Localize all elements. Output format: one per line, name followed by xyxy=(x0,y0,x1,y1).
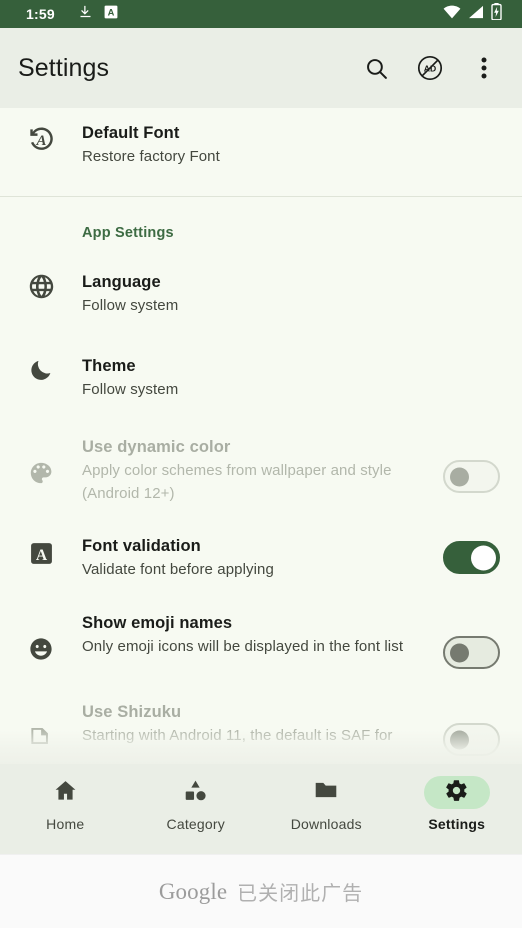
remove-ads-icon[interactable]: AD xyxy=(416,54,444,82)
list-item-action xyxy=(443,701,500,756)
list-item-action xyxy=(443,436,500,493)
list-item-subtitle: Only emoji icons will be displayed in th… xyxy=(82,638,404,655)
app-notification-a-icon: A xyxy=(104,5,118,24)
ad-closed-message: 已关闭此广告 xyxy=(237,883,364,905)
nav-item-settings[interactable]: Settings xyxy=(392,776,522,832)
list-item-subtitle: Apply color schemes from wallpaper and s… xyxy=(82,462,392,502)
list-item-text: Default Font Restore factory Font xyxy=(82,122,500,168)
list-item-font-validation[interactable]: A Font validation Validate font before a… xyxy=(0,505,522,581)
list-item-subtitle: Follow system xyxy=(82,381,179,398)
list-item-default-font[interactable]: A Default Font Restore factory Font xyxy=(0,108,522,168)
list-item-action[interactable] xyxy=(443,612,500,669)
list-item-title: Use Shizuku xyxy=(82,703,182,721)
moon-icon xyxy=(0,355,82,382)
list-item-subtitle: Validate font before applying xyxy=(82,561,274,578)
palette-icon xyxy=(0,436,82,486)
list-item-title: Show emoji names xyxy=(82,614,233,632)
search-icon[interactable] xyxy=(362,54,390,82)
list-item-title: Theme xyxy=(82,357,136,375)
cellular-signal-icon xyxy=(468,5,484,24)
download-icon xyxy=(78,4,93,24)
folder-icon xyxy=(313,777,339,808)
emoji-face-icon xyxy=(0,612,82,662)
app-screen: 1:59 A Settings AD A Default Font Restor… xyxy=(0,0,522,928)
nav-pill xyxy=(32,776,98,809)
list-item-action[interactable] xyxy=(443,535,500,574)
shizuku-file-icon xyxy=(0,701,82,749)
page-title: Settings xyxy=(18,53,110,82)
nav-pill-active xyxy=(423,776,490,809)
status-bar: 1:59 A xyxy=(0,0,522,28)
status-bar-clock: 1:59 xyxy=(26,6,55,22)
category-shapes-icon xyxy=(183,778,208,808)
section-header-app-settings: App Settings xyxy=(82,225,174,241)
font-box-a-icon: A xyxy=(0,535,82,566)
list-item-text: Use Shizuku Starting with Android 11, th… xyxy=(82,701,443,747)
switch-thumb xyxy=(450,730,469,749)
bottom-navigation: Home Category Downloads Settings xyxy=(0,764,522,854)
globe-icon xyxy=(0,271,82,300)
list-item-text: Language Follow system xyxy=(82,271,500,317)
list-item-title: Language xyxy=(82,273,161,291)
font-validation-switch[interactable] xyxy=(443,541,500,574)
nav-item-category[interactable]: Category xyxy=(131,776,262,832)
list-item-subtitle: Restore factory Font xyxy=(82,148,220,165)
svg-text:AD: AD xyxy=(424,64,436,74)
list-item-text: Use dynamic color Apply color schemes fr… xyxy=(82,436,443,505)
nav-item-downloads[interactable]: Downloads xyxy=(261,776,392,832)
nav-label: Downloads xyxy=(290,816,362,832)
status-bar-right xyxy=(443,3,510,25)
list-item-title: Default Font xyxy=(82,124,180,142)
list-item-title: Use dynamic color xyxy=(82,438,231,456)
list-item-use-dynamic-color: Use dynamic color Apply color schemes fr… xyxy=(0,401,522,505)
battery-charging-icon xyxy=(491,3,502,25)
nav-label: Settings xyxy=(428,816,486,832)
list-item-text: Font validation Validate font before app… xyxy=(82,535,443,581)
list-item-use-shizuku: Use Shizuku Starting with Android 11, th… xyxy=(0,669,522,756)
ad-banner[interactable]: Google 已关闭此广告 xyxy=(0,854,522,928)
list-item-subtitle: Starting with Android 11, the default is… xyxy=(82,727,393,744)
svg-text:A: A xyxy=(35,547,47,564)
list-item-text: Show emoji names Only emoji icons will b… xyxy=(82,612,443,658)
google-wordmark: Google xyxy=(158,878,228,904)
nav-pill xyxy=(163,776,229,809)
restore-font-icon: A xyxy=(0,122,82,155)
nav-label: Category xyxy=(166,816,225,832)
switch-thumb xyxy=(471,545,496,570)
gear-icon xyxy=(444,778,469,808)
toolbar-actions: AD xyxy=(362,54,504,82)
list-item-theme[interactable]: Theme Follow system xyxy=(0,317,522,401)
list-item-language[interactable]: Language Follow system xyxy=(0,241,522,317)
list-item-show-emoji-names[interactable]: Show emoji names Only emoji icons will b… xyxy=(0,581,522,669)
home-icon xyxy=(53,778,78,808)
app-toolbar: Settings AD xyxy=(0,28,522,108)
settings-list[interactable]: A Default Font Restore factory Font App … xyxy=(0,108,522,764)
wifi-icon xyxy=(443,5,461,24)
switch-thumb xyxy=(450,467,469,486)
switch-thumb xyxy=(450,643,469,662)
svg-text:A: A xyxy=(107,7,114,17)
dynamic-color-switch xyxy=(443,460,500,493)
use-shizuku-switch xyxy=(443,723,500,756)
overflow-menu-icon[interactable] xyxy=(470,54,498,82)
list-item-subtitle: Follow system xyxy=(82,297,179,314)
status-bar-left: 1:59 A xyxy=(12,4,118,24)
nav-pill xyxy=(293,776,359,809)
nav-item-home[interactable]: Home xyxy=(0,776,131,832)
list-item-title: Font validation xyxy=(82,537,201,555)
nav-label: Home xyxy=(46,816,85,832)
svg-text:A: A xyxy=(35,133,46,149)
show-emoji-names-switch[interactable] xyxy=(443,636,500,669)
list-item-text: Theme Follow system xyxy=(82,355,500,401)
